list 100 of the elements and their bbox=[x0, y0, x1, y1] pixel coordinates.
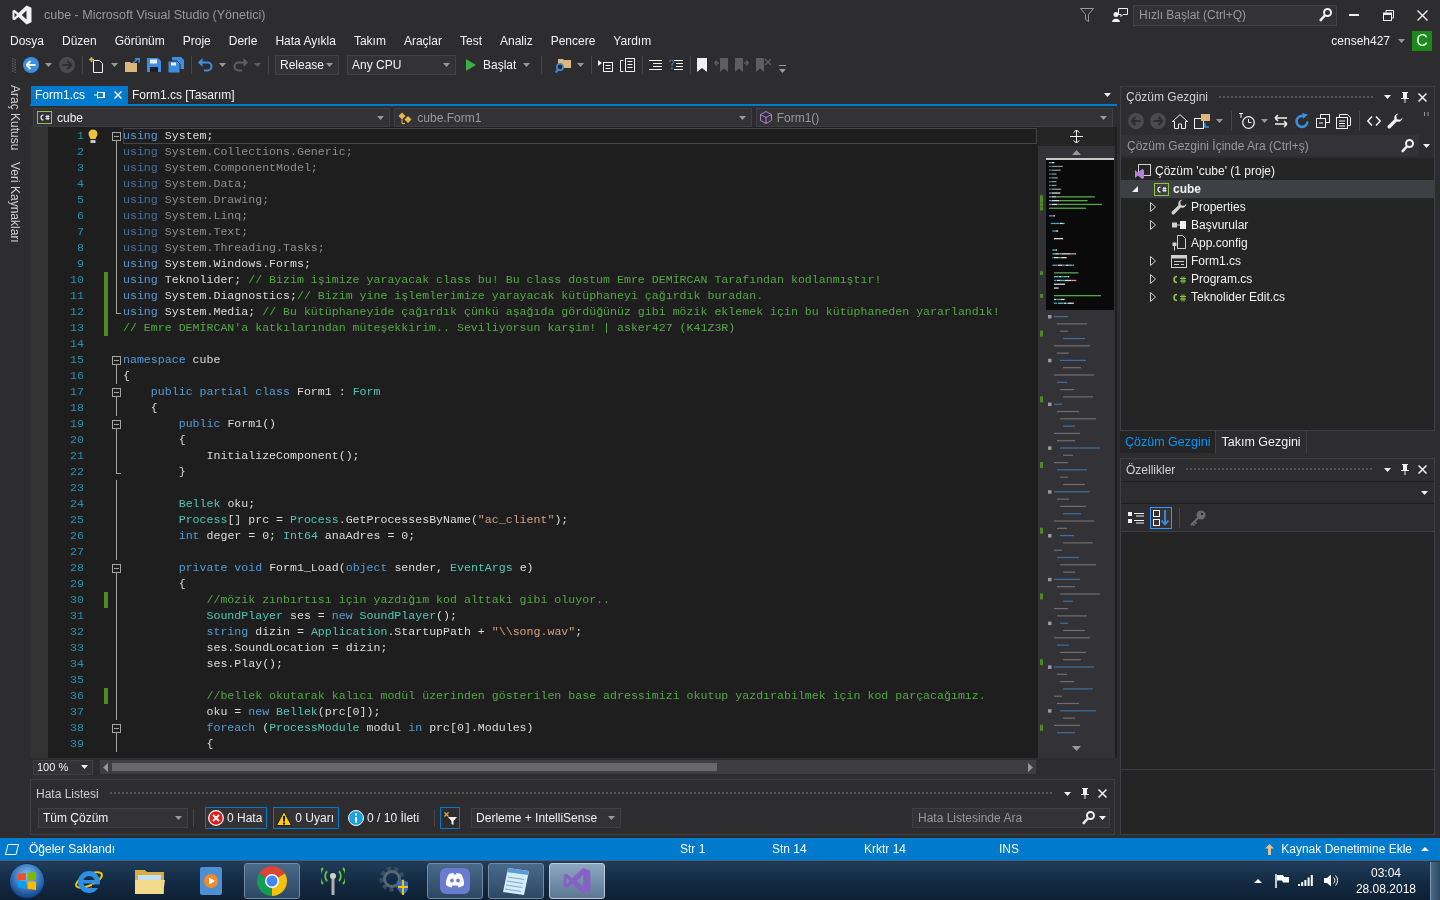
gear-shield-icon[interactable] bbox=[379, 865, 409, 896]
caret-icon[interactable] bbox=[219, 63, 226, 67]
tree-item[interactable]: Properties bbox=[1121, 198, 1434, 216]
comment-lines-icon[interactable] bbox=[649, 60, 663, 70]
messages-filter-button[interactable]: 0 / 10 İleti bbox=[345, 807, 425, 829]
caret-icon[interactable] bbox=[1064, 791, 1071, 796]
navigation-dropdown[interactable]: cube.Form1 bbox=[394, 108, 752, 127]
source-dropdown[interactable]: Derleme + IntelliSense bbox=[471, 808, 622, 828]
caret-icon[interactable] bbox=[1398, 39, 1405, 43]
wrench-icon[interactable] bbox=[1387, 113, 1403, 129]
caret-icon[interactable] bbox=[1384, 467, 1391, 472]
search-icon[interactable] bbox=[1401, 138, 1414, 153]
collapse-icon[interactable] bbox=[112, 132, 121, 141]
flag-icon[interactable] bbox=[1274, 873, 1289, 888]
speaker-icon[interactable] bbox=[1323, 874, 1338, 887]
menu-item[interactable]: Hata Ayıkla bbox=[266, 31, 345, 51]
sync-arrows-icon[interactable] bbox=[1274, 114, 1288, 128]
feedback-icon[interactable] bbox=[1112, 8, 1128, 22]
menu-item[interactable]: Araçlar bbox=[394, 31, 451, 51]
menu-item[interactable]: Analiz bbox=[490, 31, 542, 51]
new-item-icon[interactable] bbox=[89, 57, 105, 73]
ribbon-logo-icon[interactable] bbox=[12, 5, 32, 25]
tree-item[interactable]: cube bbox=[1121, 180, 1434, 198]
caret-icon[interactable] bbox=[1104, 93, 1111, 97]
collapse-icon[interactable] bbox=[112, 356, 121, 365]
collapse-icon[interactable] bbox=[112, 724, 121, 733]
collapsed-arrow-icon[interactable] bbox=[1150, 292, 1156, 302]
save-all-icon[interactable] bbox=[168, 57, 184, 73]
funnel-icon[interactable] bbox=[1080, 8, 1094, 22]
scroll-down-icon[interactable] bbox=[1072, 746, 1081, 751]
collapse-all-icon[interactable] bbox=[1316, 114, 1330, 128]
account-avatar[interactable]: C bbox=[1412, 31, 1432, 51]
menu-item[interactable]: Takım bbox=[344, 31, 395, 51]
up-arrow-icon[interactable] bbox=[1265, 843, 1275, 855]
caret-icon[interactable] bbox=[523, 63, 531, 67]
menu-item[interactable]: Yardım bbox=[604, 31, 661, 51]
source-control-link[interactable]: Kaynak Denetimine Ekle bbox=[1281, 842, 1412, 856]
bookmark-icon[interactable] bbox=[697, 58, 708, 72]
document-tab[interactable]: Form1.cs [Tasarım] bbox=[128, 86, 241, 104]
caret-icon[interactable] bbox=[1099, 816, 1106, 820]
pin-icon[interactable] bbox=[1081, 788, 1089, 799]
caret-icon[interactable] bbox=[1423, 143, 1430, 148]
code-brackets-icon[interactable] bbox=[1367, 116, 1381, 126]
tree-item[interactable]: App.config bbox=[1121, 234, 1434, 252]
save-icon[interactable] bbox=[147, 58, 161, 72]
error-search-field[interactable]: Hata Listesinde Ara bbox=[912, 808, 1110, 828]
signal-bars-icon[interactable] bbox=[1297, 875, 1313, 886]
folder-icon[interactable] bbox=[135, 867, 165, 894]
caret-icon[interactable] bbox=[81, 765, 88, 769]
taskbar-button[interactable] bbox=[549, 862, 605, 899]
collapse-icon[interactable] bbox=[112, 564, 121, 573]
taskbar-button[interactable] bbox=[427, 862, 483, 899]
taskbar-button[interactable] bbox=[244, 862, 300, 899]
close-icon[interactable] bbox=[1418, 465, 1427, 474]
caret-icon[interactable] bbox=[45, 63, 52, 67]
scrollbar-thumb[interactable] bbox=[112, 763, 717, 771]
collapsed-arrow-icon[interactable] bbox=[1150, 256, 1156, 266]
collapsed-arrow-icon[interactable] bbox=[1150, 274, 1156, 284]
errors-filter-button[interactable]: 0 Hata bbox=[205, 807, 268, 829]
close-icon[interactable] bbox=[1417, 9, 1428, 21]
search-icon[interactable] bbox=[1082, 811, 1095, 825]
solution-search-field[interactable]: Çözüm Gezgini İçinde Ara (Ctrl+ş) bbox=[1121, 135, 1419, 156]
navigation-dropdown[interactable]: Form1() bbox=[755, 108, 1113, 127]
menu-item[interactable]: Pencere bbox=[541, 31, 605, 51]
pin-icon[interactable] bbox=[1401, 464, 1409, 475]
collapsed-arrow-icon[interactable] bbox=[1150, 202, 1156, 212]
menu-item[interactable]: Test bbox=[450, 31, 491, 51]
side-tab[interactable]: Veri Kaynakları bbox=[8, 162, 22, 244]
menu-item[interactable]: Proje bbox=[173, 31, 220, 51]
restore-icon[interactable] bbox=[1382, 9, 1394, 21]
navigation-dropdown[interactable]: cube bbox=[33, 108, 391, 127]
undo-icon[interactable] bbox=[198, 58, 213, 72]
taskbar-button[interactable] bbox=[488, 862, 544, 899]
configuration-dropdown[interactable]: Release bbox=[275, 55, 339, 75]
panel-tab[interactable]: Çözüm Gezgini bbox=[1120, 431, 1217, 453]
back-arrow-icon[interactable] bbox=[23, 57, 39, 73]
platform-dropdown[interactable]: Any CPU bbox=[347, 55, 456, 75]
split-icon[interactable] bbox=[1070, 130, 1083, 143]
scope-dropdown[interactable]: Tüm Çözüm bbox=[38, 808, 188, 828]
arrow-box-icon[interactable] bbox=[598, 58, 614, 72]
show-all-files-icon[interactable] bbox=[1336, 113, 1351, 129]
account-name[interactable]: censeh427 bbox=[1331, 34, 1390, 48]
scroll-right-icon[interactable] bbox=[1028, 762, 1033, 772]
find-in-files-icon[interactable] bbox=[555, 57, 572, 73]
tree-item[interactable]: Form1.cs bbox=[1121, 252, 1434, 270]
caret-icon[interactable] bbox=[111, 63, 118, 67]
horizontal-scrollbar[interactable] bbox=[100, 760, 1036, 774]
menu-item[interactable]: Görünüm bbox=[105, 31, 174, 51]
menu-item[interactable]: Dosya bbox=[1, 31, 53, 51]
zoom-dropdown[interactable]: 100 % bbox=[33, 759, 93, 775]
scroll-up-icon[interactable] bbox=[1072, 150, 1081, 155]
caret-icon[interactable] bbox=[1384, 95, 1391, 99]
show-desktop-button[interactable] bbox=[1430, 861, 1440, 900]
pages-icon[interactable] bbox=[620, 58, 636, 72]
tree-item[interactable]: Başvurular bbox=[1121, 216, 1434, 234]
side-tab[interactable]: Araç Kutusu bbox=[8, 85, 22, 151]
menu-item[interactable]: Düzen bbox=[53, 31, 106, 51]
filter-toggle-button[interactable] bbox=[440, 807, 461, 829]
collapse-icon[interactable] bbox=[112, 388, 121, 397]
menu-item[interactable]: Derle bbox=[219, 31, 267, 51]
